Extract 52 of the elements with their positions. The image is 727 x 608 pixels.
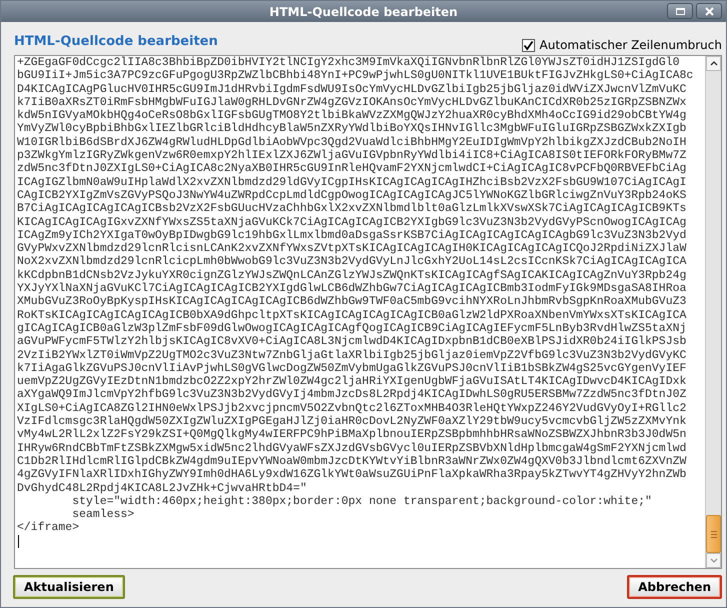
scroll-thumb[interactable]	[706, 515, 721, 553]
code-line: kdW5nIGVyaMOkbHQg4oCeRsO8bGxlIGFsbGUgTMO8Y2tlbiBkaWVzZXMgQWJzY2huaXR0cyBhdXMh4oCcIG9id29obCBtYW4g	[17, 109, 686, 122]
code-line: zdW5nc3fDtnJ0ZXIgLS0+CiAgICA8c2NyaXB0IHR5cGU9InRleHQvamF2YXNjcmlwdCI+CiAgICAgIC8vPCFbQ0RBVEFbCiAg	[17, 162, 686, 176]
code-line: RoKTsKICAgICAgICAgICAgICB0bXA9dGhpcltpXTsKICAgICAgICAgICAgICB0aGlzW2ldPXRoaXNbenVmYWxsXTsKICAgICA	[17, 308, 686, 322]
code-line: k7IiAgaGlkZGVuPSJ0cnVlIiAvPjwhLS0gVGlwcDogZW50ZmVybmUgaGlkZGVuPSJ0cnVlIiB1bSBkZW4gS25vcGYgenVyIEF	[17, 362, 686, 376]
code-line: aXYgaWQ9ImJlcmVpY2hfbG9lc3VuZ3N3b2VydGVyIj4mbmJzcDs8L2Rpdj4KICAgIDwhLS0gRU5ERSBMw7ZzdW5nc3fDtnJ0Z	[17, 388, 686, 402]
code-line: NoX2xvZXNlbmdzd29lcnRlcicpLmh0bWwobG9lc3VuZ3N3b2VydGVyLnJlcGxhY2UoL14sL2csICcnKSk7CiAgICAgICAgICA	[17, 255, 686, 269]
code-line: IHRyw6RndCBbTmFtZSBkZXMgw5xidW5nc2lhdGVyaWFsZXJzdGVsbGVycl0uIERpZSBVbXNldHplbmcgaW4gSmF2YXNjcmlwd	[17, 442, 686, 455]
code-line: p3ZWkgYmlzIGRyZWkgenVzw6R0emxpY2hlIExlZXJ6ZWljaGVuIGVpbnRyYWdlbi4iIC8+CiAgICA8IS0tIEFORkFORyBMw7Z	[17, 149, 686, 162]
window-title: HTML-Quellcode bearbeiten	[269, 4, 458, 20]
code-line: W10IGRlbiB6dSBrdXJ6ZW4gRWludHLDpGdlbiAobWVpc3Qgd2VuaWdlciBhbHMgY2EuIDIgWmVpY2hlbikgZXJzdCBub2NoIH	[17, 136, 686, 150]
checkmark-icon	[522, 40, 534, 50]
code-editor[interactable]	[14, 55, 722, 569]
code-line: kKCdpbnB1dCNsb2VzJykuYXR0cignZGlzYWJsZWQnLCAnZGlzYWJsZWQnKTsKICAgICAgfSAgICAKICAgICAgZnVuY3Rpb24g	[17, 268, 686, 282]
code-line: aGVuPWFycmF5TWlzY2hlbjsKICAgIC8vXV0+CiAgICA8L3NjcmlwdD4KICAgIDxpbnB1dCB0eXBlPSJidXR0b24iIGlkPSJsb	[17, 335, 686, 349]
checkbox[interactable]	[522, 38, 535, 52]
code-line: DvGhydC48L2Rpdj4KICA8L2JvZHk+CjwvaHRtbD4="	[17, 482, 307, 495]
scrollbar[interactable]	[705, 56, 721, 568]
code-line: gICAgICAgICB0aGlzW3plZmFsbF09dGlwOwogICAgICAgICAgfQogICAgICB9CiAgICAgIEFycmF5LnByb3RvdHlwZS5taXNj	[17, 322, 686, 336]
code-line: XIgLS0+CiAgICA8ZGl2IHN0eWxlPSJjb2xvcjpncmV5O2ZvbnQtc2l6ZToxMHB4O3RleHQtYWxpZ246Y2VudGVyOyI+RGllc2	[17, 402, 686, 416]
code-line: D4KICAgICAgPGlucHV0IHR5cGU9ImJ1dHRvbiIgdmFsdWU9IsOcYmVycHLDvGZlbiIgb25jbGljaz0idWViZXJwcnVlZmVuKC	[17, 82, 686, 96]
code-line: KICAgICAgICAgIGxvZXNfYWxsZS5taXNjaGVuKCk7CiAgICAgICAgICB2YXIgbG9lc3VuZ3N3b2VydGVyPScnOwogICAgICAg	[17, 216, 686, 229]
code-line: seamless>	[71, 508, 134, 522]
close-icon	[704, 6, 714, 16]
update-button[interactable]: Aktualisieren	[13, 575, 125, 599]
code-line: +ZGEgaGF0dCcgc2lIIA8c3BhbiBpZD0ibHVIY2tlNCIgY2xhc3M9ImVkaXQiIGNvbnRlbnRlZGl0YWJsZT0idHJ1ZSIgdGl0	[17, 56, 680, 70]
scroll-up-icon[interactable]	[706, 56, 721, 71]
code-line: YmVyZWl0cyBpbiBhbGxlIEZlbGRlciBldHdhcyBlaW5nZXRyYWdlbiBoYXQsIHNvIGllc3MgbWFuIGluIGRpZSBGZWxkZXIgb	[17, 122, 686, 136]
code-line: XMubGVuZ3RoOyBpKyspIHsKICAgICAgICAgICAgICB6dWZhbGw9TWF0aC5mbG9vcihNYXRoLnJhbmRvbSgpKnRoaXMubGVuZ3	[17, 295, 686, 309]
code-line: C1Db2RlIHdlcmRlIGlpdCBkZW4gdm9uIEpvYWNoaW0mbmJzcDtKYWtvYiBlbnR3aWNrZWx0ZW4gQXV0b3Jlbndlcmt6ZXVnZW	[17, 454, 686, 468]
code-line: 2VzIiB2YWxlZT0iWmVpZ2UgTMO2c3VuZ3Ntw7ZnbGljaGtlaXRlbiIgb25jbGljaz0iemVpZ2VfbG9lc3VuZ3N3b2VydGVyKC	[17, 348, 686, 362]
code-line: ICAgIGZlbmN0aW9uIHplaWdlX2xvZXNlbmdzd29ldGVyICgpIHsKICAgICAgICAgIHZhciBsb2VzX2FsbGU9W107CiAgICAgI	[17, 176, 686, 189]
code-line: </iframe>	[17, 521, 80, 535]
code-line: ICAgZm9yICh2YXIgaT0wOyBpIDwgbG9lc19hbGxlLmxlbmd0aDsgaSsrKSB7CiAgICAgICAgICAgICAgbG9lc3VuZ3N3b2Vyd	[17, 228, 686, 242]
dialog-heading: HTML-Quellcode bearbeiten	[14, 32, 218, 50]
code-line: CAgICB2YXIgZmVsZGVyPSQoJ3NwYW4uZWRpdCcpLmdldCgpOwogICAgICAgICAgJC5lYWNoKGZlbGRlciwgZnVuY3Rpb24oKS	[17, 188, 686, 202]
scroll-down-icon[interactable]	[706, 553, 721, 568]
text-cursor	[18, 534, 19, 548]
code-line: VzIFdlcmsgc3RlaHQgdW50ZXIgZWluZXIgPGEgaHJlZj0iaHR0cDovL2NyZWF0aXZlY29tbW9ucy5vcmcvbGljZW5zZXMvYnk	[17, 415, 686, 428]
code-line: B7CiAgICAgICAgICAgICBsb2VzX2FsbGUucHVzaChhbGxlX2xvZXNlbmdlblt0aGlzLmlkXVswXSk7CiAgICAgICAgICB9KTs	[17, 202, 686, 216]
code-line: GVyPWxvZXNlbmdzd29lcnRlcisnLCAnK2xvZXNfYWxsZVtpXTsKICAgICAgICAgIH0KICAgICAgICAgICQoJ2RpdiNiZXJlaW	[17, 242, 686, 256]
code-line: uemVpZ2UgZGVyIEzDtnN1bmdzbcO2Z2xpY2hrZWl0ZW4gc2ljaHRiYXIgenUgbWFjaGVuISAtLT4KICAgIDwvcD4KICAgIDxk	[17, 375, 686, 388]
code-line: vMy4wL2RlL2xlZ2FsY29kZSI+Q0MgQlkgMy4wIERFPC9hPiBMaXplbnouIERpZSBpbmhhbHRsaWNoZSBWZXJhbnR3b3J0dW5n	[17, 428, 686, 442]
code-line: k7IiB0aXRsZT0iRmFsbHMgbWFuIGJlaW0gRHLDvGNrZW4gZGVzIOKAnsOcYmVycHLDvGZlbuKAnCICdXR0b25zIGRpZSBNZWx	[17, 96, 686, 110]
code-line: bGU9IiI+Jm5ic3A7PC9zcGFuPgogU3RpZWZlbCBhbi48YnI+PC9wPjwhLS0gU0NITkl1UVE1BUktFIGJvZHkgLS0+CiAgICA8c	[17, 69, 694, 83]
maximize-icon	[676, 8, 684, 14]
maximize-button[interactable]	[667, 3, 693, 19]
code-line: 4gZGVyIFNlaXRlIDxhIGhyZWY9Imh0dHA6Ly9xdW16ZGlkYWt0aWsuZGUiPnFlaXpkaWRha3Rpay5kZTwvYT4gZHVyY2hnZWb	[17, 468, 686, 482]
code-line: YXJyYXlNaXNjaGVuKCl7CiAgICAgICAgICB2YXIgdGlwLCB6dWZhbGw7CiAgICAgICAgICBmb3IodmFyIGk9MDsgaSA8IHRoa	[17, 282, 686, 296]
code-line: style="width:460px;height:380px;border:0px none transparent;background-color:white;"	[71, 494, 652, 508]
cancel-button[interactable]: Abbrechen	[627, 575, 722, 599]
close-button[interactable]	[696, 3, 722, 19]
